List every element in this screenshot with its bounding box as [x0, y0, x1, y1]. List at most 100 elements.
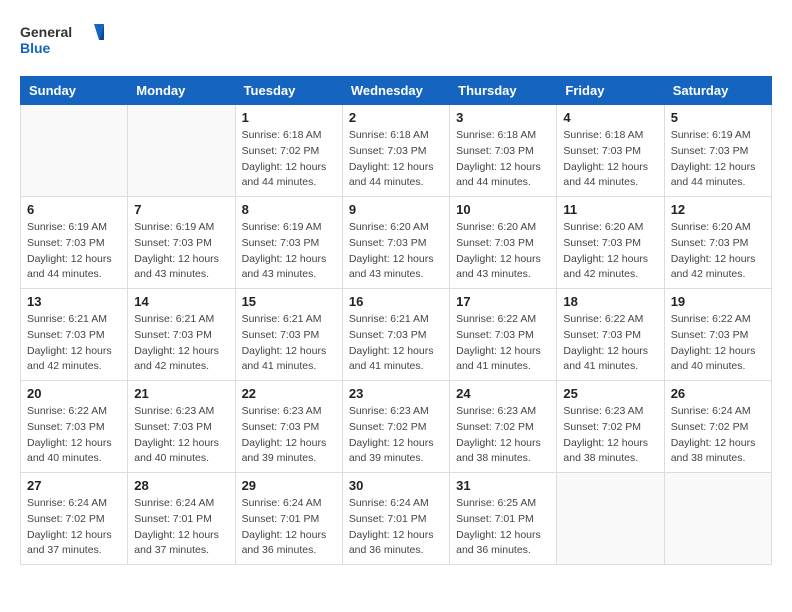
calendar-cell: 20 Sunrise: 6:22 AM Sunset: 7:03 PM Dayli… [21, 381, 128, 473]
day-detail: Sunrise: 6:20 AM Sunset: 7:03 PM Dayligh… [671, 220, 765, 283]
day-detail: Sunrise: 6:21 AM Sunset: 7:03 PM Dayligh… [134, 312, 228, 375]
day-detail: Sunrise: 6:20 AM Sunset: 7:03 PM Dayligh… [349, 220, 443, 283]
day-detail: Sunrise: 6:19 AM Sunset: 7:03 PM Dayligh… [671, 128, 765, 191]
day-detail: Sunrise: 6:24 AM Sunset: 7:02 PM Dayligh… [671, 404, 765, 467]
day-number: 1 [242, 110, 336, 125]
day-detail: Sunrise: 6:21 AM Sunset: 7:03 PM Dayligh… [27, 312, 121, 375]
calendar-cell: 26 Sunrise: 6:24 AM Sunset: 7:02 PM Dayli… [664, 381, 771, 473]
calendar-cell: 23Sunrise: 6:23 AM Sunset: 7:02 PM Dayli… [342, 381, 449, 473]
calendar-cell: 31Sunrise: 6:25 AM Sunset: 7:01 PM Dayli… [450, 473, 557, 565]
day-number: 18 [563, 294, 657, 309]
day-header-row: SundayMondayTuesdayWednesdayThursdayFrid… [21, 77, 772, 105]
day-header-monday: Monday [128, 77, 235, 105]
svg-text:General: General [20, 24, 72, 40]
day-detail: Sunrise: 6:23 AM Sunset: 7:03 PM Dayligh… [242, 404, 336, 467]
day-detail: Sunrise: 6:21 AM Sunset: 7:03 PM Dayligh… [349, 312, 443, 375]
day-number: 28 [134, 478, 228, 493]
day-detail: Sunrise: 6:18 AM Sunset: 7:03 PM Dayligh… [349, 128, 443, 191]
day-number: 4 [563, 110, 657, 125]
day-number: 26 [671, 386, 765, 401]
day-detail: Sunrise: 6:23 AM Sunset: 7:03 PM Dayligh… [134, 404, 228, 467]
calendar-cell: 19Sunrise: 6:22 AM Sunset: 7:03 PM Dayli… [664, 289, 771, 381]
calendar-cell: 25 Sunrise: 6:23 AM Sunset: 7:02 PM Dayli… [557, 381, 664, 473]
day-header-wednesday: Wednesday [342, 77, 449, 105]
day-detail: Sunrise: 6:25 AM Sunset: 7:01 PM Dayligh… [456, 496, 550, 559]
day-detail: Sunrise: 6:24 AM Sunset: 7:01 PM Dayligh… [242, 496, 336, 559]
day-detail: Sunrise: 6:22 AM Sunset: 7:03 PM Dayligh… [27, 404, 121, 467]
day-number: 30 [349, 478, 443, 493]
day-number: 21 [134, 386, 228, 401]
day-header-tuesday: Tuesday [235, 77, 342, 105]
day-detail: Sunrise: 6:18 AM Sunset: 7:03 PM Dayligh… [456, 128, 550, 191]
calendar-cell: 12 Sunrise: 6:20 AM Sunset: 7:03 PM Dayli… [664, 197, 771, 289]
day-header-friday: Friday [557, 77, 664, 105]
calendar-cell: 15 Sunrise: 6:21 AM Sunset: 7:03 PM Dayli… [235, 289, 342, 381]
calendar-cell: 11 Sunrise: 6:20 AM Sunset: 7:03 PM Dayli… [557, 197, 664, 289]
day-number: 11 [563, 202, 657, 217]
calendar-cell: 4 Sunrise: 6:18 AM Sunset: 7:03 PM Daylig… [557, 105, 664, 197]
day-detail: Sunrise: 6:23 AM Sunset: 7:02 PM Dayligh… [563, 404, 657, 467]
day-detail: Sunrise: 6:21 AM Sunset: 7:03 PM Dayligh… [242, 312, 336, 375]
calendar-cell: 17 Sunrise: 6:22 AM Sunset: 7:03 PM Dayli… [450, 289, 557, 381]
calendar-cell: 21 Sunrise: 6:23 AM Sunset: 7:03 PM Dayli… [128, 381, 235, 473]
day-number: 8 [242, 202, 336, 217]
day-detail: Sunrise: 6:19 AM Sunset: 7:03 PM Dayligh… [134, 220, 228, 283]
calendar-cell: 7 Sunrise: 6:19 AM Sunset: 7:03 PM Daylig… [128, 197, 235, 289]
day-detail: Sunrise: 6:20 AM Sunset: 7:03 PM Dayligh… [563, 220, 657, 283]
day-number: 22 [242, 386, 336, 401]
calendar-cell [21, 105, 128, 197]
calendar-cell: 6 Sunrise: 6:19 AM Sunset: 7:03 PM Daylig… [21, 197, 128, 289]
day-number: 24 [456, 386, 550, 401]
day-number: 14 [134, 294, 228, 309]
day-number: 7 [134, 202, 228, 217]
day-detail: Sunrise: 6:18 AM Sunset: 7:03 PM Dayligh… [563, 128, 657, 191]
calendar-cell: 14 Sunrise: 6:21 AM Sunset: 7:03 PM Dayli… [128, 289, 235, 381]
day-detail: Sunrise: 6:20 AM Sunset: 7:03 PM Dayligh… [456, 220, 550, 283]
calendar-cell: 2 Sunrise: 6:18 AM Sunset: 7:03 PM Daylig… [342, 105, 449, 197]
calendar-cell [664, 473, 771, 565]
day-number: 12 [671, 202, 765, 217]
day-number: 25 [563, 386, 657, 401]
day-number: 20 [27, 386, 121, 401]
calendar-cell: 27Sunrise: 6:24 AM Sunset: 7:02 PM Dayli… [21, 473, 128, 565]
svg-text:Blue: Blue [20, 40, 51, 56]
day-number: 13 [27, 294, 121, 309]
day-number: 2 [349, 110, 443, 125]
calendar-cell: 5 Sunrise: 6:19 AM Sunset: 7:03 PM Daylig… [664, 105, 771, 197]
page-header: General Blue [20, 20, 772, 60]
day-number: 29 [242, 478, 336, 493]
day-detail: Sunrise: 6:23 AM Sunset: 7:02 PM Dayligh… [456, 404, 550, 467]
calendar-cell: 1 Sunrise: 6:18 AM Sunset: 7:02 PM Daylig… [235, 105, 342, 197]
calendar-cell [128, 105, 235, 197]
day-number: 27 [27, 478, 121, 493]
day-header-thursday: Thursday [450, 77, 557, 105]
calendar-cell: 30 Sunrise: 6:24 AM Sunset: 7:01 PM Dayli… [342, 473, 449, 565]
day-detail: Sunrise: 6:24 AM Sunset: 7:01 PM Dayligh… [349, 496, 443, 559]
calendar-cell: 24 Sunrise: 6:23 AM Sunset: 7:02 PM Dayli… [450, 381, 557, 473]
week-row-5: 27Sunrise: 6:24 AM Sunset: 7:02 PM Dayli… [21, 473, 772, 565]
week-row-1: 1 Sunrise: 6:18 AM Sunset: 7:02 PM Daylig… [21, 105, 772, 197]
calendar-cell: 28Sunrise: 6:24 AM Sunset: 7:01 PM Dayli… [128, 473, 235, 565]
day-number: 10 [456, 202, 550, 217]
day-number: 15 [242, 294, 336, 309]
calendar-cell: 8 Sunrise: 6:19 AM Sunset: 7:03 PM Daylig… [235, 197, 342, 289]
week-row-4: 20 Sunrise: 6:22 AM Sunset: 7:03 PM Dayli… [21, 381, 772, 473]
day-number: 16 [349, 294, 443, 309]
day-detail: Sunrise: 6:23 AM Sunset: 7:02 PM Dayligh… [349, 404, 443, 467]
calendar-cell [557, 473, 664, 565]
calendar-cell: 10 Sunrise: 6:20 AM Sunset: 7:03 PM Dayli… [450, 197, 557, 289]
day-number: 5 [671, 110, 765, 125]
day-number: 17 [456, 294, 550, 309]
day-detail: Sunrise: 6:19 AM Sunset: 7:03 PM Dayligh… [242, 220, 336, 283]
day-detail: Sunrise: 6:22 AM Sunset: 7:03 PM Dayligh… [456, 312, 550, 375]
day-number: 3 [456, 110, 550, 125]
logo-svg: General Blue [20, 20, 110, 60]
day-header-sunday: Sunday [21, 77, 128, 105]
day-detail: Sunrise: 6:19 AM Sunset: 7:03 PM Dayligh… [27, 220, 121, 283]
day-detail: Sunrise: 6:18 AM Sunset: 7:02 PM Dayligh… [242, 128, 336, 191]
day-number: 6 [27, 202, 121, 217]
calendar-cell: 9 Sunrise: 6:20 AM Sunset: 7:03 PM Daylig… [342, 197, 449, 289]
calendar-cell: 22 Sunrise: 6:23 AM Sunset: 7:03 PM Dayli… [235, 381, 342, 473]
day-number: 9 [349, 202, 443, 217]
day-detail: Sunrise: 6:22 AM Sunset: 7:03 PM Dayligh… [671, 312, 765, 375]
